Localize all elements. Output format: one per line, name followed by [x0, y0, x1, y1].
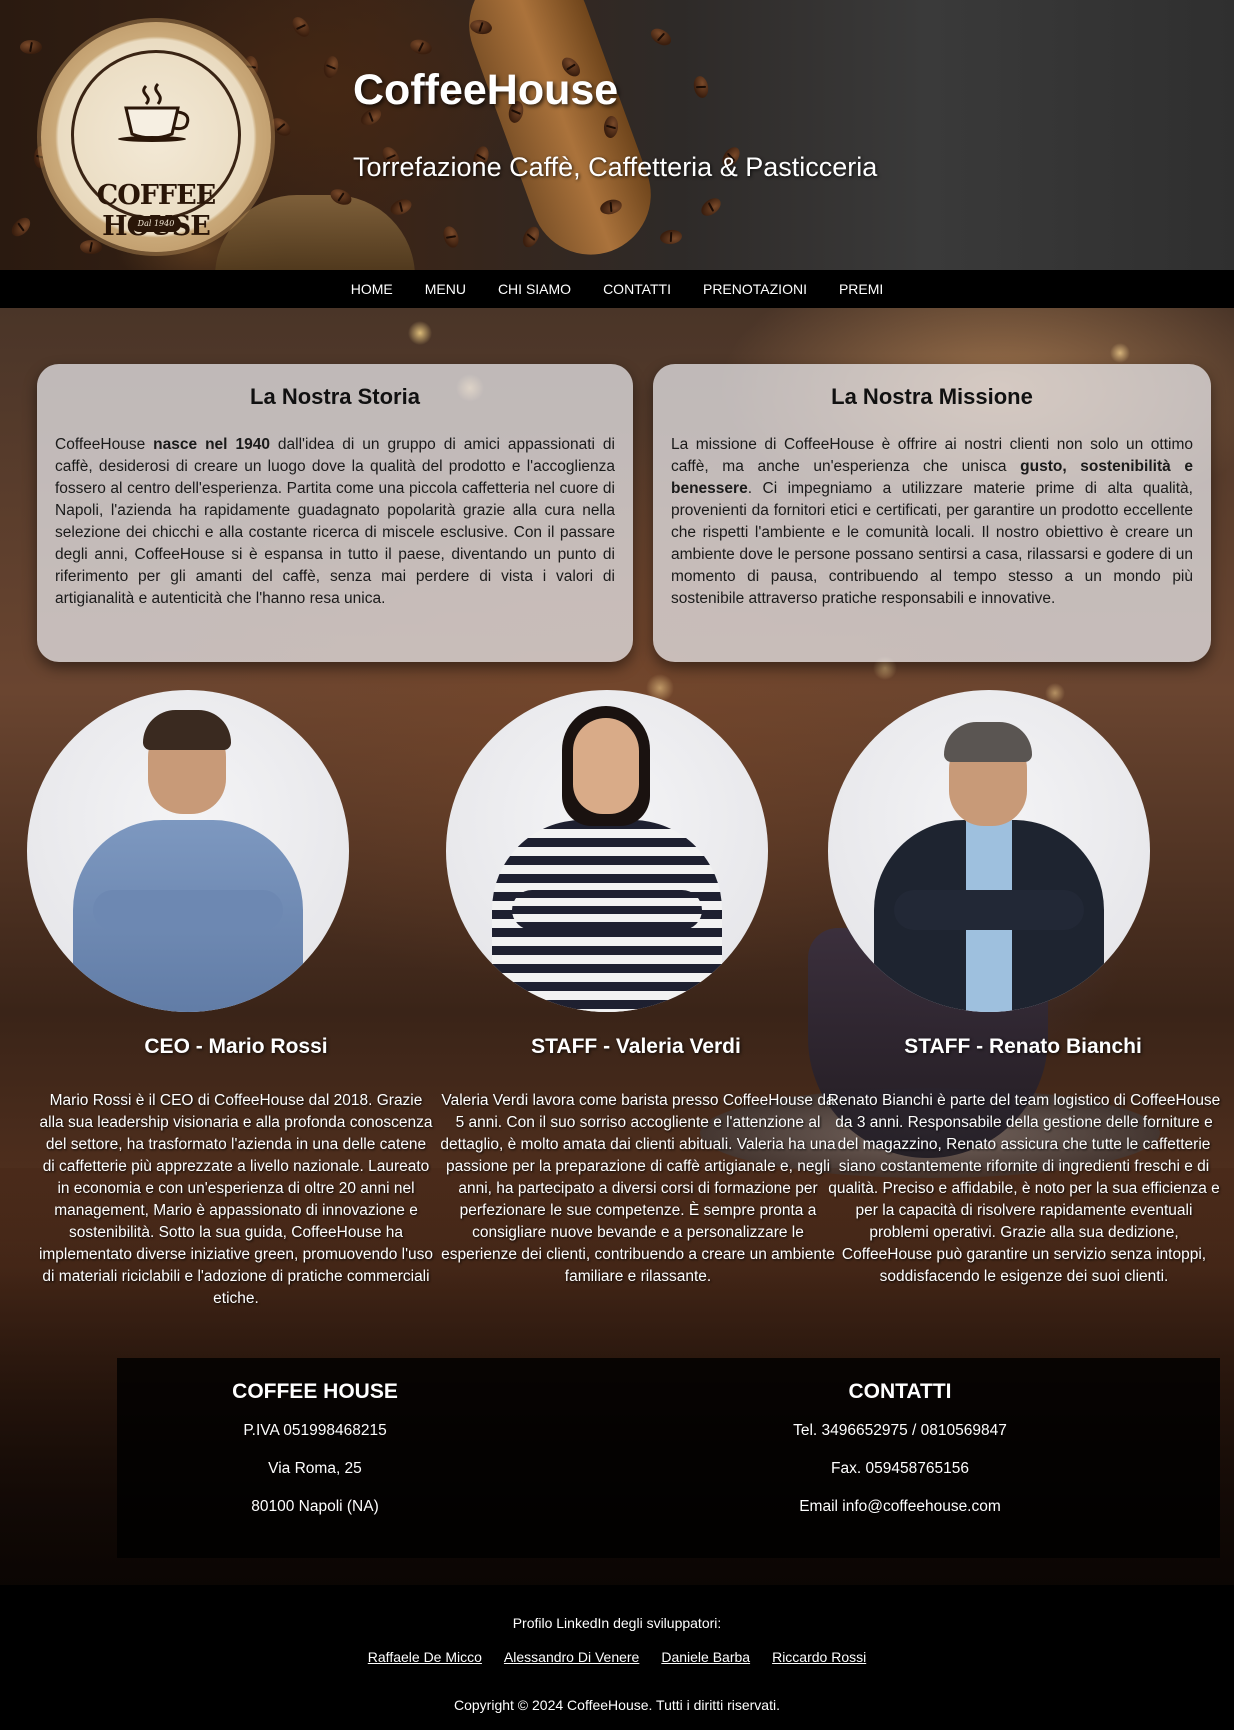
staff-renato-photo	[828, 690, 1150, 1012]
developer-link-raffaele[interactable]: Raffaele De Micco	[368, 1649, 482, 1665]
company-city: 80100 Napoli (NA)	[251, 1498, 379, 1515]
coffee-cup-icon	[118, 82, 190, 142]
story-title: La Nostra Storia	[250, 384, 420, 409]
mission-text: La missione di CoffeeHouse è offrire ai …	[671, 436, 1193, 607]
photo-figure-hair	[143, 710, 231, 750]
mission-card: La Nostra Missione La missione di Coffee…	[653, 364, 1211, 662]
staff-valeria-name: STAFF - Valeria Verdi	[531, 1035, 741, 1058]
copyright: Copyright © 2024 CoffeeHouse. Tutti i di…	[454, 1697, 780, 1713]
developers-label: Profilo LinkedIn degli sviluppatori:	[512, 1615, 722, 1631]
coffee-bean-decoration	[647, 25, 675, 49]
ceo-photo	[27, 690, 349, 1012]
staff-valeria-photo	[446, 690, 768, 1012]
contacts-fax: Fax. 059458765156	[831, 1460, 969, 1477]
coffee-bean-decoration	[388, 196, 414, 218]
nav-chi-siamo[interactable]: CHI SIAMO	[482, 281, 587, 297]
photo-figure-head	[573, 718, 639, 814]
photo-figure-arms	[894, 890, 1084, 930]
nav-premi[interactable]: PREMI	[823, 281, 899, 297]
developer-link-alessandro[interactable]: Alessandro Di Venere	[504, 1649, 639, 1665]
staff-renato-description: Renato Bianchi è parte del team logistic…	[827, 1092, 1221, 1285]
story-card: La Nostra Storia CoffeeHouse nasce nel 1…	[37, 364, 633, 662]
mission-title: La Nostra Missione	[831, 384, 1033, 409]
developer-links: Raffaele De Micco Alessandro Di Venere D…	[0, 1649, 1234, 1665]
photo-figure-arms	[512, 890, 702, 930]
site-title: CoffeeHouse	[353, 66, 619, 114]
coffee-bean-decoration	[20, 40, 42, 54]
header-banner: COFFEE HOUSE Dal 1940 CoffeeHouse Torref…	[0, 0, 1234, 270]
contacts-phone: Tel. 3496652975 / 0810569847	[793, 1422, 1007, 1439]
coffee-bean-decoration	[519, 224, 543, 250]
ceo-description: Mario Rossi è il CEO di CoffeeHouse dal …	[38, 1092, 434, 1307]
photo-figure-hair	[944, 722, 1032, 762]
nav-home[interactable]: HOME	[335, 281, 409, 297]
company-vat: P.IVA 051998468215	[243, 1422, 387, 1439]
logo[interactable]: COFFEE HOUSE Dal 1940	[41, 22, 271, 252]
page-footer: Profilo LinkedIn degli sviluppatori: Raf…	[0, 1585, 1234, 1730]
photo-figure-arms	[93, 890, 283, 930]
logo-subtext: Dal 1940	[131, 216, 181, 232]
company-info: COFFEE HOUSE P.IVA 051998468215 Via Roma…	[117, 1380, 513, 1535]
ceo-name: CEO - Mario Rossi	[144, 1035, 328, 1058]
nav-prenotazioni[interactable]: PRENOTAZIONI	[687, 281, 823, 297]
nav-contatti[interactable]: CONTATTI	[587, 281, 687, 297]
developer-link-riccardo[interactable]: Riccardo Rossi	[772, 1649, 866, 1665]
contacts-email: Email info@coffeehouse.com	[799, 1498, 1001, 1515]
coffee-bean-decoration	[288, 13, 314, 41]
contacts-title: CONTATTI	[848, 1380, 952, 1403]
coffee-bean-decoration	[698, 194, 724, 220]
main-nav: HOME MENU CHI SIAMO CONTATTI PRENOTAZION…	[0, 270, 1234, 308]
staff-renato-name: STAFF - Renato Bianchi	[904, 1035, 1142, 1058]
developer-link-daniele[interactable]: Daniele Barba	[661, 1649, 750, 1665]
coffee-bean-decoration	[321, 54, 341, 80]
company-street: Via Roma, 25	[268, 1460, 362, 1477]
coffee-bean-decoration	[692, 74, 710, 100]
info-box: COFFEE HOUSE P.IVA 051998468215 Via Roma…	[117, 1358, 1220, 1558]
coffee-bean-decoration	[659, 228, 683, 246]
nav-menu[interactable]: MENU	[409, 281, 482, 297]
staff-valeria-description: Valeria Verdi lavora come barista presso…	[440, 1092, 836, 1285]
logo-text: COFFEE HOUSE	[96, 180, 217, 242]
story-text: CoffeeHouse nasce nel 1940 dall'idea di …	[55, 436, 615, 607]
coffee-bean-decoration	[408, 37, 434, 57]
coffee-bean-decoration	[268, 114, 294, 140]
wooden-scoop-decoration	[452, 0, 668, 270]
site-subtitle: Torrefazione Caffè, Caffetteria & Pastic…	[353, 152, 878, 182]
coffee-bean-decoration	[440, 224, 462, 250]
coffee-bean-decoration	[8, 214, 34, 240]
contacts-info: CONTATTI Tel. 3496652975 / 0810569847 Fa…	[700, 1380, 1100, 1535]
company-title: COFFEE HOUSE	[232, 1380, 398, 1403]
